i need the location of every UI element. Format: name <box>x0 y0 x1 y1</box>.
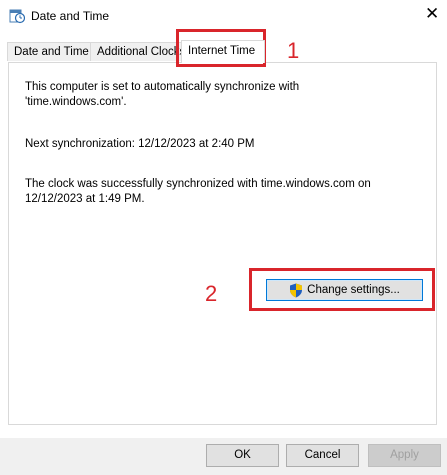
tab-additional-clocks[interactable]: Additional Clocks <box>90 42 185 61</box>
sync-status-line2: 12/12/2023 at 1:49 PM. <box>25 193 145 205</box>
close-button[interactable]: ✕ <box>425 4 439 24</box>
tab-internet-time[interactable]: Internet Time <box>181 40 265 63</box>
ok-button[interactable]: OK <box>206 444 279 467</box>
annotation-marker-2: 2 <box>205 281 218 306</box>
tab-panel <box>8 62 437 425</box>
title-bar: Date and Time ✕ <box>0 0 447 32</box>
sync-description-line1: This computer is set to automatically sy… <box>25 81 300 93</box>
annotation-marker-1: 1 <box>287 38 300 63</box>
tab-strip: Date and Time Additional Clocks Internet… <box>7 40 437 63</box>
next-sync-text: Next synchronization: 12/12/2023 at 2:40… <box>25 138 255 150</box>
tab-date-and-time[interactable]: Date and Time <box>7 42 91 61</box>
sync-status-line1: The clock was successfully synchronized … <box>25 178 371 190</box>
window-title: Date and Time <box>31 9 110 23</box>
cancel-button[interactable]: Cancel <box>286 444 359 467</box>
annotation-box-2 <box>249 268 435 311</box>
apply-button[interactable]: Apply <box>368 444 441 467</box>
sync-description-line2: 'time.windows.com'. <box>25 96 127 108</box>
date-time-icon <box>9 9 25 24</box>
